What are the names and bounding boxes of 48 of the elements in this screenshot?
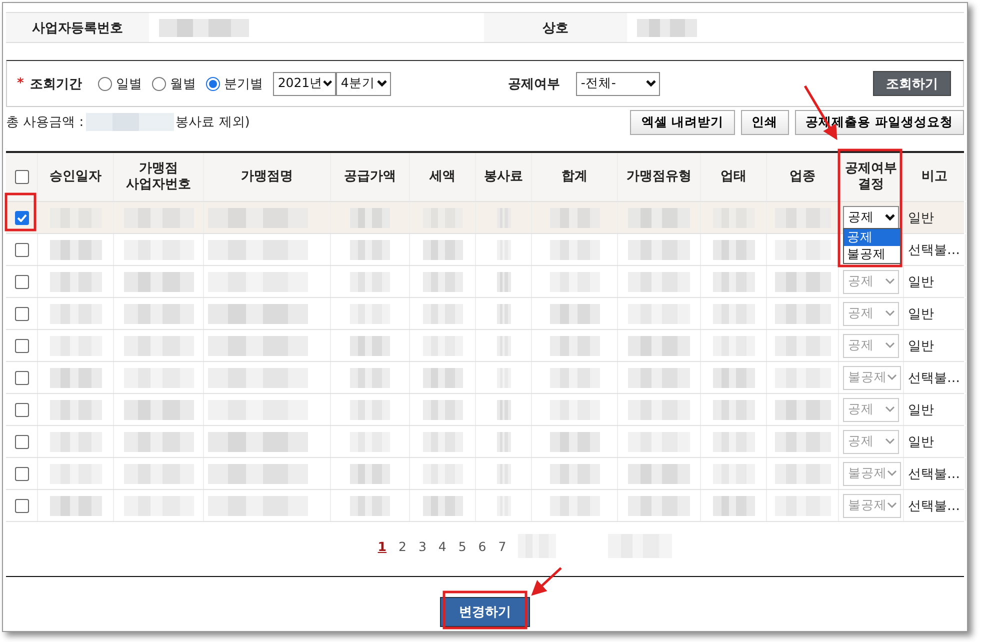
note-text: 일반 [908, 210, 934, 226]
page-link[interactable]: 5 [458, 538, 466, 554]
note-text: 일반 [908, 338, 934, 354]
period-label: 조회기간 [30, 76, 82, 92]
deduction-select[interactable]: -전체- [576, 72, 660, 96]
quarter-select[interactable]: 4분기 [336, 72, 391, 96]
period-radio[interactable]: 일별 [98, 74, 142, 92]
note-text: 일반 [908, 274, 934, 290]
dropdown-option[interactable]: 공제 [844, 229, 900, 246]
action-button[interactable]: 인쇄 [740, 110, 789, 134]
note-text: 일반 [908, 402, 934, 418]
deduction-label: 공제여부 [508, 76, 560, 92]
column-header: 세액 [410, 153, 476, 201]
note-text: 선택불… [908, 242, 960, 258]
field-label: 사업자등록번호 [6, 13, 149, 42]
field-label: 상호 [484, 13, 627, 42]
column-header: 승인일자 [38, 153, 114, 201]
column-header: 공급가액 [331, 153, 410, 201]
page-link[interactable]: 4 [438, 538, 446, 554]
note-text: 선택불… [908, 466, 960, 482]
page-link[interactable]: 7 [498, 538, 506, 554]
note-text: 선택불… [908, 498, 960, 514]
column-header: 합계 [532, 153, 618, 201]
column-header: 가맹점 사업자번호 [114, 153, 204, 201]
column-header: 비고 [904, 153, 966, 201]
decision-select[interactable]: 공제 [843, 206, 899, 230]
column-header: 가맹점명 [204, 153, 331, 201]
page-link[interactable]: 3 [418, 538, 426, 554]
total-label: 총 사용금액 : [6, 114, 84, 131]
change-button[interactable]: 변경하기 [440, 597, 530, 627]
note-text: 일반 [908, 306, 934, 322]
column-header: 업태 [701, 153, 767, 201]
column-header: 업종 [767, 153, 839, 201]
note-text: 일반 [908, 434, 934, 450]
required-mark: * [17, 76, 24, 91]
page-link[interactable]: 2 [398, 538, 406, 554]
total-suffix: 봉사료 제외) [176, 114, 250, 131]
note-text: 선택불… [908, 370, 960, 386]
search-button[interactable]: 조회하기 [873, 71, 951, 96]
column-header: 봉사료 [476, 153, 532, 201]
page-link[interactable]: 1 [378, 538, 386, 554]
column-header: 가맹점유형 [618, 153, 701, 201]
year-select[interactable]: 2021년 [272, 72, 336, 96]
column-header: 공제여부 결정 [839, 153, 904, 201]
period-radio[interactable]: 월별 [152, 74, 196, 92]
action-button[interactable]: 엑셀 내려받기 [630, 110, 735, 134]
page-link[interactable]: 6 [478, 538, 486, 554]
period-radio[interactable]: 분기별 [206, 74, 263, 92]
